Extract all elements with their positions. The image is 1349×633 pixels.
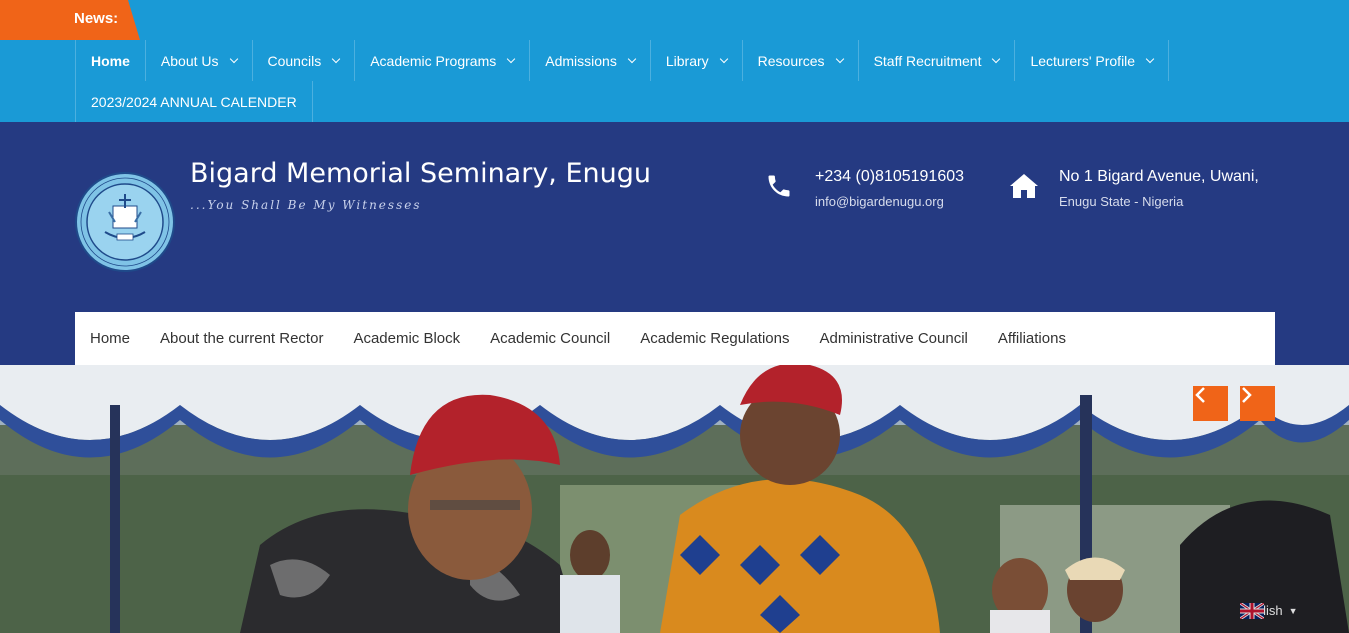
phone-icon bbox=[765, 172, 793, 205]
chevron-down-icon: ▼ bbox=[1288, 605, 1298, 616]
slide-image bbox=[0, 365, 1349, 633]
main-navigation: Home About Us Councils Academic Programs… bbox=[75, 40, 1170, 122]
address-line-2: Enugu State - Nigeria bbox=[1059, 194, 1184, 209]
secondary-navigation: Home About the current Rector Academic B… bbox=[75, 312, 1275, 365]
chevron-down-icon bbox=[507, 54, 516, 64]
nav-label: Admissions bbox=[545, 52, 617, 69]
chevron-down-icon bbox=[835, 54, 844, 64]
nav-home[interactable]: Home bbox=[75, 40, 145, 81]
nav-councils[interactable]: Councils bbox=[251, 40, 355, 81]
subnav-current-rector[interactable]: About the current Rector bbox=[145, 330, 338, 347]
nav-label: Resources bbox=[757, 52, 825, 69]
uk-flag-icon bbox=[1240, 603, 1264, 619]
seminary-logo[interactable] bbox=[75, 172, 175, 272]
nav-label: Councils bbox=[267, 52, 322, 69]
chevron-right-icon bbox=[1242, 387, 1252, 403]
nav-library[interactable]: Library bbox=[649, 40, 742, 81]
nav-resources[interactable]: Resources bbox=[741, 40, 858, 81]
chevron-left-icon bbox=[1195, 387, 1205, 403]
subnav-affiliations[interactable]: Affiliations bbox=[983, 330, 1081, 347]
nav-admissions[interactable]: Admissions bbox=[529, 40, 650, 81]
subnav-academic-council[interactable]: Academic Council bbox=[475, 330, 625, 347]
nav-lecturers-profile[interactable]: Lecturers' Profile bbox=[1014, 40, 1170, 81]
site-tagline: ...You Shall Be My Witnesses bbox=[190, 198, 422, 212]
site-title[interactable]: Bigard Memorial Seminary, Enugu bbox=[190, 158, 651, 189]
main-nav-row: Home About Us Councils Academic Programs… bbox=[75, 40, 1170, 81]
news-label: News: bbox=[74, 10, 119, 27]
nav-label: Home bbox=[91, 52, 130, 69]
phone-number[interactable]: +234 (0)8105191603 bbox=[815, 168, 964, 186]
nav-label: Staff Recruitment bbox=[873, 52, 982, 69]
chevron-down-icon bbox=[331, 54, 341, 64]
hero-slider: English ▼ bbox=[0, 365, 1349, 633]
nav-about-us[interactable]: About Us bbox=[144, 40, 252, 81]
chevron-down-icon bbox=[992, 54, 1001, 64]
subnav-administrative-council[interactable]: Administrative Council bbox=[804, 330, 982, 347]
news-tag: News: bbox=[0, 0, 140, 40]
nav-annual-calender[interactable]: 2023/2024 ANNUAL CALENDER bbox=[75, 81, 313, 122]
subnav-academic-block[interactable]: Academic Block bbox=[338, 330, 475, 347]
nav-academic-programs[interactable]: Academic Programs bbox=[354, 40, 529, 81]
nav-label: Academic Programs bbox=[370, 52, 497, 69]
email-address[interactable]: info@bigardenugu.org bbox=[815, 194, 944, 209]
chevron-down-icon bbox=[719, 54, 728, 64]
news-tag-shape bbox=[0, 0, 140, 40]
chevron-down-icon bbox=[627, 54, 637, 64]
chevron-down-icon bbox=[229, 54, 238, 64]
nav-staff-recruitment[interactable]: Staff Recruitment bbox=[857, 40, 1015, 81]
slider-next-button[interactable] bbox=[1240, 386, 1275, 421]
slider-prev-button[interactable] bbox=[1193, 386, 1228, 421]
subnav-home[interactable]: Home bbox=[75, 330, 145, 347]
chevron-down-icon bbox=[1145, 54, 1155, 64]
nav-label: 2023/2024 ANNUAL CALENDER bbox=[91, 93, 297, 110]
site-header: Bigard Memorial Seminary, Enugu ...You S… bbox=[0, 122, 1349, 365]
nav-label: About Us bbox=[160, 52, 219, 69]
nav-label: Library bbox=[665, 52, 709, 69]
nav-label: Lecturers' Profile bbox=[1030, 52, 1136, 69]
subnav-academic-regulations[interactable]: Academic Regulations bbox=[625, 330, 804, 347]
seal-icon bbox=[75, 172, 175, 272]
top-bar: News: Home About Us Councils Academic Pr… bbox=[0, 0, 1349, 122]
address-line-1: No 1 Bigard Avenue, Uwani, bbox=[1059, 168, 1259, 185]
main-nav-row: 2023/2024 ANNUAL CALENDER bbox=[75, 81, 1155, 122]
home-icon bbox=[1009, 172, 1039, 205]
language-selector[interactable]: English ▼ bbox=[1240, 603, 1298, 619]
